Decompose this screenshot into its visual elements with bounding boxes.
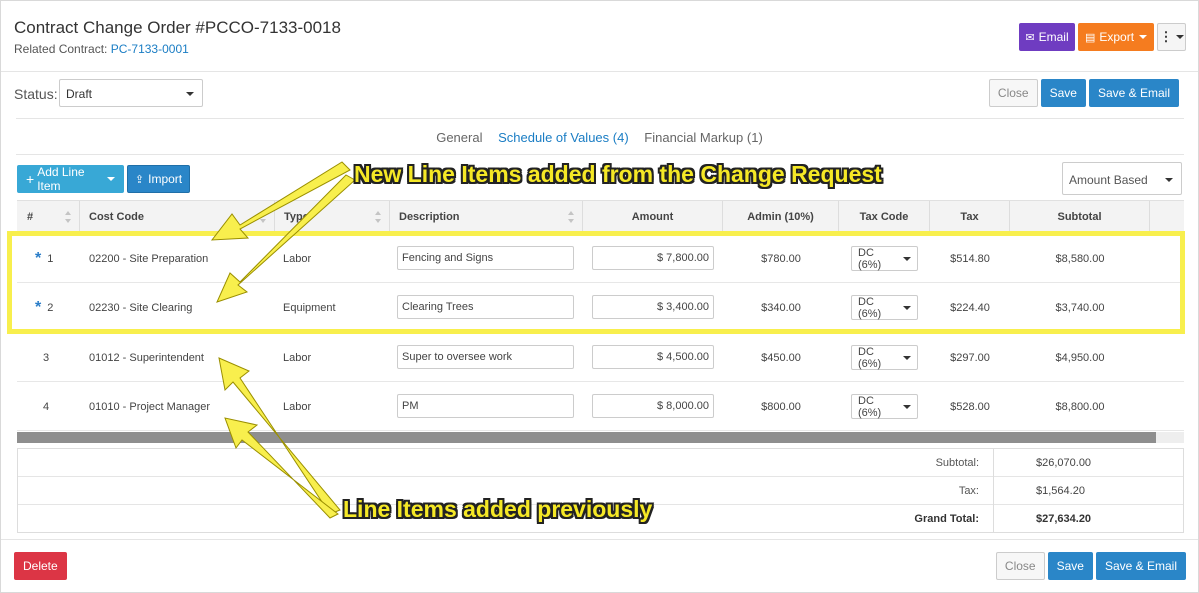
footer-save-email-button[interactable]: Save & Email: [1095, 552, 1186, 580]
pdf-file-icon: ▤: [1084, 31, 1096, 44]
admin-cell: $800.00: [761, 400, 801, 413]
chevron-down-icon: [1175, 35, 1184, 39]
import-label: Import: [148, 172, 183, 186]
description-input[interactable]: PM: [397, 394, 574, 418]
related-contract-link[interactable]: PC-7133-0001: [111, 42, 189, 56]
related-contract: Related Contract: PC-7133-0001: [14, 42, 189, 56]
subtotal-label: Subtotal:: [935, 457, 979, 469]
subtotal-cell: $4,950.00: [1055, 351, 1105, 364]
chevron-down-icon: [107, 177, 115, 181]
save-button[interactable]: Save: [1040, 79, 1086, 107]
column-header-cost-code[interactable]: Cost Code: [80, 201, 275, 233]
plus-icon: +: [26, 171, 35, 187]
admin-cell: $450.00: [761, 351, 801, 364]
export-button[interactable]: ▤ Export: [1078, 23, 1154, 51]
chevron-down-icon: [1139, 35, 1148, 39]
tab-financial-markup[interactable]: Financial Markup (1): [644, 130, 763, 145]
more-options-button[interactable]: ⋮: [1157, 23, 1186, 51]
status-label: Status:: [14, 86, 58, 102]
tab-schedule-of-values[interactable]: Schedule of Values (4): [498, 130, 629, 145]
tax-value: $1,564.20: [993, 477, 1183, 505]
export-button-label: Export: [1099, 30, 1135, 44]
new-items-highlight-box: [7, 231, 1185, 334]
related-contract-label: Related Contract:: [14, 42, 108, 56]
cost-code-cell: 01012 - Superintendent: [89, 351, 204, 364]
add-line-item-button[interactable]: + Add Line Item: [17, 165, 124, 193]
row-number: 4: [43, 400, 50, 413]
email-button-label: Email: [1038, 30, 1069, 44]
chevron-down-icon: [903, 404, 911, 409]
horizontal-scrollbar[interactable]: [17, 432, 1184, 443]
amount-input[interactable]: $ 4,500.00: [592, 345, 714, 369]
row-number-cell: 3: [43, 333, 49, 382]
upload-icon: ⇪: [134, 173, 145, 186]
column-header-amount: Amount: [583, 201, 723, 233]
type-cell: Labor: [283, 400, 312, 413]
sort-icon: [260, 211, 266, 223]
table-row: 4 01010 - Project Manager Labor PM $ 8,000.0…: [17, 382, 1184, 431]
sort-icon: [65, 211, 71, 223]
description-input[interactable]: Super to oversee work: [397, 345, 574, 369]
scrollbar-thumb[interactable]: [17, 432, 1156, 443]
status-row: Status: Draft Close Save Save & Email: [1, 72, 1198, 122]
column-header-subtotal: Subtotal: [1010, 201, 1150, 233]
footer-close-button[interactable]: Close: [995, 552, 1045, 580]
footer-save-button[interactable]: Save: [1047, 552, 1093, 580]
column-header-type[interactable]: Type: [275, 201, 390, 233]
row-number: 3: [43, 351, 50, 364]
divider: [16, 118, 1184, 119]
tax-code-value: DC (6%): [858, 345, 882, 370]
column-header-number[interactable]: #: [17, 201, 80, 233]
save-email-button[interactable]: Save & Email: [1088, 79, 1179, 107]
tax-code-value: DC (6%): [858, 394, 882, 419]
table-row: 3 01012 - Superintendent Labor Super to ove…: [17, 333, 1184, 382]
import-button[interactable]: ⇪ Import: [127, 165, 190, 193]
tax-code-select[interactable]: DC (6%): [851, 345, 918, 370]
sort-icon: [568, 211, 574, 223]
chevron-down-icon: [903, 355, 911, 360]
divider: [1, 539, 1198, 540]
annotation-previous-items: Line Items added previously: [343, 496, 653, 522]
divider: [16, 154, 1184, 155]
column-header-description[interactable]: Description: [390, 201, 583, 233]
envelope-icon: ✉: [1025, 31, 1035, 44]
chevron-down-icon: [186, 92, 194, 96]
subtotal-row: Subtotal: $26,070.00: [18, 449, 1183, 477]
table-header: # Cost Code Type Description Amount Admi…: [17, 200, 1184, 233]
subtotal-value: $26,070.00: [993, 449, 1183, 477]
delete-button[interactable]: Delete: [14, 552, 67, 580]
grand-total-label: Grand Total:: [914, 513, 979, 525]
amount-input[interactable]: $ 8,000.00: [592, 394, 714, 418]
sort-icon: [375, 211, 381, 223]
chevron-down-icon: [1165, 178, 1173, 182]
tax-cell: $297.00: [950, 351, 990, 364]
tax-cell: $528.00: [950, 400, 990, 413]
status-select[interactable]: Draft: [59, 79, 203, 107]
tax-code-select[interactable]: DC (6%): [851, 394, 918, 419]
annotation-new-items: New Line Items added from the Change Req…: [354, 161, 882, 187]
row-number-cell: 4: [43, 382, 49, 431]
tax-label: Tax:: [958, 485, 979, 497]
subtotal-cell: $8,800.00: [1055, 400, 1105, 413]
modal-header: Contract Change Order #PCCO-7133-0018 Re…: [1, 1, 1198, 72]
email-button[interactable]: ✉ Email: [1019, 23, 1075, 51]
column-header-tax: Tax: [930, 201, 1010, 233]
add-line-item-label: Add Line Item: [37, 165, 85, 193]
grand-total-value: $27,634.20: [993, 505, 1183, 533]
column-header-admin: Admin (10%): [723, 201, 839, 233]
status-value: Draft: [66, 87, 93, 101]
tab-bar: General Schedule of Values (4) Financial…: [1, 130, 1198, 145]
tab-general[interactable]: General: [436, 130, 482, 145]
page-title: Contract Change Order #PCCO-7133-0018: [14, 18, 341, 37]
type-cell: Labor: [283, 351, 312, 364]
close-button[interactable]: Close: [988, 79, 1038, 107]
vertical-ellipsis-icon: ⋮: [1159, 29, 1173, 44]
amount-mode-select[interactable]: Amount Based: [1062, 162, 1182, 195]
amount-mode-value: Amount Based: [1069, 173, 1148, 187]
column-header-tax-code: Tax Code: [839, 201, 930, 233]
cost-code-cell: 01010 - Project Manager: [89, 400, 211, 413]
